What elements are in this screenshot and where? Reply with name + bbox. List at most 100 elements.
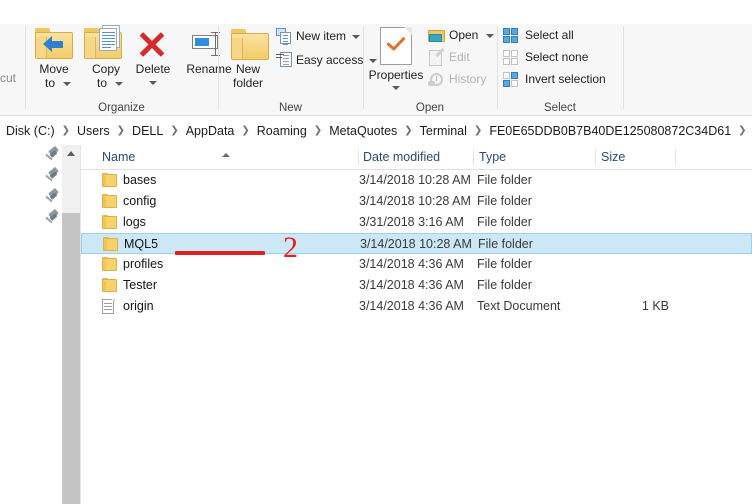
column-header-date-modified[interactable]: Date modified xyxy=(363,145,440,169)
size-cell xyxy=(551,275,669,296)
pin-icon[interactable] xyxy=(45,211,59,225)
breadcrumb-item-4[interactable]: Roaming xyxy=(254,122,310,140)
copy-to-label-line1: Copy xyxy=(82,63,130,76)
new-item-chevron-down-icon[interactable] xyxy=(352,35,360,39)
breadcrumb-separator-icon[interactable]: ❯ xyxy=(113,125,129,136)
copy-to-button[interactable]: Copy to xyxy=(82,24,130,102)
ribbon-group-label-organize: Organize xyxy=(25,102,218,114)
invert-selection-button[interactable]: Invert selection xyxy=(503,70,633,91)
select-all-label: Select all xyxy=(525,29,574,42)
file-name-cell: Tester xyxy=(123,275,157,296)
new-item-label: New item xyxy=(296,30,346,43)
breadcrumb-item-5[interactable]: MetaQuotes xyxy=(326,122,400,140)
blue-left-arrow-icon xyxy=(43,36,65,53)
file-name-cell: MQL5 xyxy=(124,234,158,255)
properties-checkmark-icon xyxy=(380,27,412,65)
ribbon-separator-3 xyxy=(363,26,364,109)
sort-ascending-caret-icon xyxy=(222,153,230,157)
breadcrumb[interactable]: Disk (C:)❯Users❯DELL❯AppData❯Roaming❯Met… xyxy=(0,116,752,145)
properties-button[interactable]: Properties xyxy=(366,24,426,102)
breadcrumb-item-6[interactable]: Terminal xyxy=(417,122,470,140)
select-all-grid-icon xyxy=(503,28,519,44)
table-row[interactable]: logs3/31/2018 3:16 AMFile folder xyxy=(81,212,752,233)
copy-to-chevron-down-icon[interactable] xyxy=(115,82,123,86)
ribbon-toolbar: cut Move to xyxy=(0,0,752,116)
breadcrumb-separator-icon[interactable]: ❯ xyxy=(470,125,486,136)
vertical-scrollbar[interactable] xyxy=(62,145,81,504)
type-cell: File folder xyxy=(477,170,532,191)
select-all-button[interactable]: Select all xyxy=(503,26,613,47)
folder-icon xyxy=(102,173,117,187)
select-none-button[interactable]: Select none xyxy=(503,48,613,69)
delete-label: Delete xyxy=(126,63,180,76)
open-label: Open xyxy=(449,29,478,42)
breadcrumb-separator-icon[interactable]: ❯ xyxy=(58,125,74,136)
table-row[interactable]: bases3/14/2018 10:28 AMFile folder xyxy=(81,170,752,191)
size-cell xyxy=(551,254,669,275)
column-header-name[interactable]: Name xyxy=(102,145,135,169)
move-to-chevron-down-icon[interactable] xyxy=(63,82,71,86)
delete-button[interactable]: Delete xyxy=(126,24,180,102)
select-none-grid-icon xyxy=(503,50,519,66)
properties-chevron-down-icon[interactable] xyxy=(392,86,400,90)
annotation-pointer-line xyxy=(175,251,265,255)
delete-chevron-down-icon[interactable] xyxy=(149,81,157,85)
move-to-button[interactable]: Move to xyxy=(30,24,78,102)
type-cell: File folder xyxy=(477,212,532,233)
open-button[interactable]: Open xyxy=(428,26,494,46)
column-header-size[interactable]: Size xyxy=(601,145,625,169)
date-modified-cell: 3/14/2018 10:28 AM xyxy=(360,234,472,255)
easy-access-label: Easy access xyxy=(296,54,363,67)
folder-icon xyxy=(102,278,117,292)
breadcrumb-separator-icon[interactable]: ❯ xyxy=(310,125,326,136)
breadcrumb-separator-icon[interactable]: ❯ xyxy=(734,125,750,136)
history-label: History xyxy=(449,73,486,86)
breadcrumb-separator-icon[interactable]: ❯ xyxy=(237,125,253,136)
easy-access-icon xyxy=(276,51,293,68)
navigation-pane xyxy=(0,145,62,504)
easy-access-button[interactable]: Easy access xyxy=(276,50,376,71)
breadcrumb-item-7[interactable]: FE0E65DDB0B7B40DE125080872C34D61 xyxy=(486,122,734,140)
new-folder-label-line2: folder xyxy=(222,77,274,90)
pin-icon[interactable] xyxy=(45,190,59,204)
date-modified-cell: 3/14/2018 4:36 AM xyxy=(359,254,464,275)
type-cell: Text Document xyxy=(477,296,560,317)
column-divider-1[interactable] xyxy=(358,149,359,165)
breadcrumb-item-2[interactable]: DELL xyxy=(129,122,166,140)
breadcrumb-item-0[interactable]: Disk (C:) xyxy=(3,122,58,140)
table-row[interactable]: config3/14/2018 10:28 AMFile folder xyxy=(81,191,752,212)
breadcrumb-item-3[interactable]: AppData xyxy=(183,122,238,140)
folder-icon xyxy=(102,215,117,229)
folder-icon xyxy=(102,257,117,271)
pin-icon[interactable] xyxy=(45,148,59,162)
column-header-type[interactable]: Type xyxy=(479,145,506,169)
table-row[interactable]: Tester3/14/2018 4:36 AMFile folder xyxy=(81,275,752,296)
column-divider-2[interactable] xyxy=(473,149,474,165)
rename-textbox-icon xyxy=(192,32,226,58)
column-header-row: Name Date modified Type Size xyxy=(81,145,752,170)
scrollbar-thumb[interactable] xyxy=(62,213,80,504)
open-folder-icon xyxy=(428,29,445,43)
column-divider-3[interactable] xyxy=(595,149,596,165)
type-cell: File folder xyxy=(477,191,532,212)
breadcrumb-separator-icon[interactable]: ❯ xyxy=(400,125,416,136)
new-item-button[interactable]: New item xyxy=(276,26,360,47)
file-name-cell: bases xyxy=(123,170,156,191)
column-divider-4[interactable] xyxy=(675,149,676,165)
breadcrumb-item-1[interactable]: Users xyxy=(74,122,113,140)
ribbon-separator-1 xyxy=(25,26,26,109)
size-cell: 1 KB xyxy=(551,296,669,317)
breadcrumb-separator-icon[interactable]: ❯ xyxy=(166,125,182,136)
scroll-up-arrow-icon[interactable] xyxy=(62,145,80,162)
table-row[interactable]: origin3/14/2018 4:36 AMText Document1 KB xyxy=(81,296,752,317)
edit-button: Edit xyxy=(428,48,494,68)
type-cell: File folder xyxy=(478,234,533,255)
new-folder-button[interactable]: New folder xyxy=(222,24,274,102)
ribbon-group-label-open: Open xyxy=(363,102,497,114)
properties-label: Properties xyxy=(366,69,426,82)
pin-icon[interactable] xyxy=(45,169,59,183)
file-rows: bases3/14/2018 10:28 AMFile folderconfig… xyxy=(81,170,752,317)
invert-selection-grid-icon xyxy=(503,72,519,88)
open-chevron-down-icon[interactable] xyxy=(486,34,494,38)
table-row[interactable]: profiles3/14/2018 4:36 AMFile folder xyxy=(81,254,752,275)
